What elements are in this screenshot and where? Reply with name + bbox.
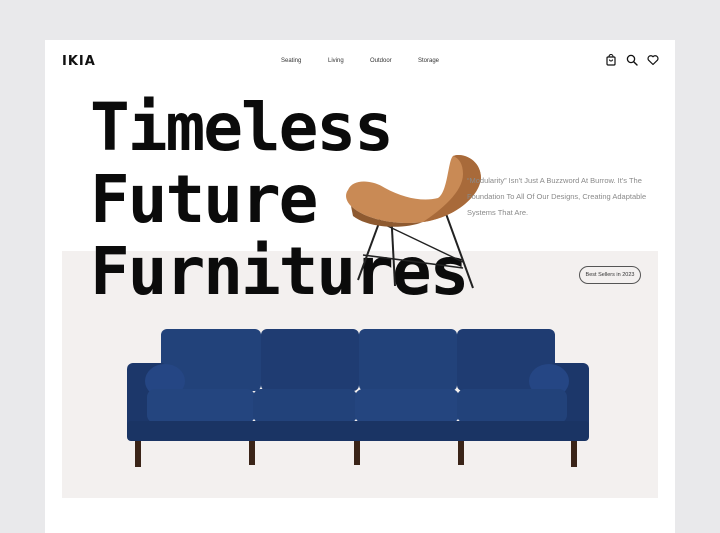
blue-sofa-image [127,329,589,467]
best-sellers-badge[interactable]: Best Sellers in 2023 [579,266,641,284]
landing-page: IKIA Seating Living Outdoor Storage Time… [45,40,675,533]
nav-link-outdoor[interactable]: Outdoor [370,58,392,64]
nav-link-living[interactable]: Living [328,58,344,64]
header-icons [605,54,659,66]
hero-description: “Modularity” Isn't Just A Buzzword At Bu… [467,175,647,217]
shopping-bag-icon[interactable] [605,54,617,66]
brand-logo[interactable]: IKIA [62,54,96,69]
heart-icon[interactable] [647,54,659,66]
search-icon[interactable] [626,54,638,66]
nav-link-storage[interactable]: Storage [418,58,439,64]
lounge-chair-image [346,154,481,289]
nav-link-seating[interactable]: Seating [281,58,301,64]
